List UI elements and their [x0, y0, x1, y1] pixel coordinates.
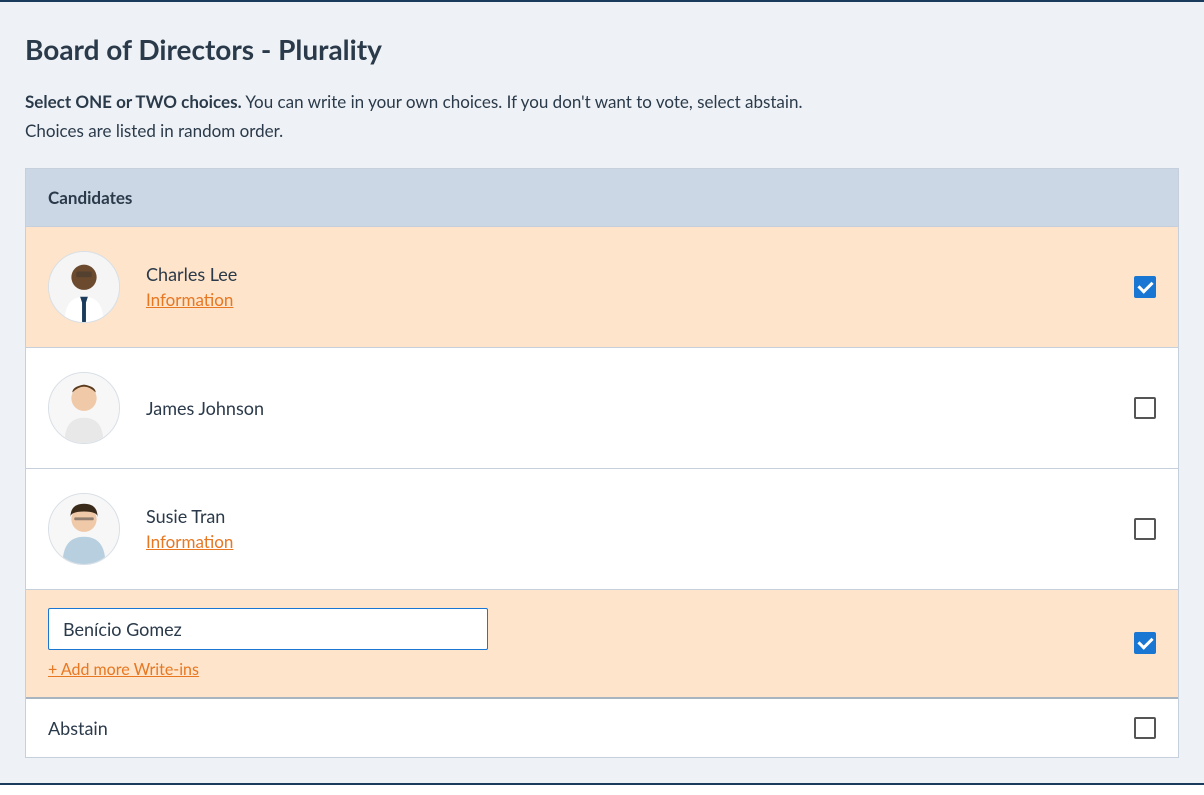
candidate-row[interactable]: James Johnson [26, 348, 1178, 469]
ballot-container: Board of Directors - Plurality Select ON… [0, 0, 1204, 785]
candidates-box: Candidates Charles Lee Information James… [25, 168, 1179, 758]
abstain-row[interactable]: Abstain [26, 699, 1178, 757]
writein-input[interactable] [48, 608, 488, 650]
candidate-checkbox[interactable] [1134, 276, 1156, 298]
instructions-bold: Select ONE or TWO choices. [25, 91, 242, 112]
instructions-line2: Choices are listed in random order. [25, 120, 283, 141]
candidate-info: James Johnson [146, 397, 1134, 419]
candidate-row[interactable]: Susie Tran Information [26, 469, 1178, 590]
avatar [48, 251, 120, 323]
writein-left: + Add more Write-ins [48, 608, 1134, 679]
abstain-label: Abstain [48, 717, 1134, 739]
ballot-title: Board of Directors - Plurality [25, 32, 1179, 66]
candidate-row[interactable]: Charles Lee Information [26, 227, 1178, 348]
writein-row[interactable]: + Add more Write-ins [26, 590, 1178, 699]
abstain-checkbox[interactable] [1134, 717, 1156, 739]
candidate-name: Charles Lee [146, 263, 1134, 285]
candidate-checkbox[interactable] [1134, 518, 1156, 540]
candidate-checkbox[interactable] [1134, 397, 1156, 419]
writein-checkbox[interactable] [1134, 632, 1156, 654]
information-link[interactable]: Information [146, 531, 233, 552]
information-link[interactable]: Information [146, 289, 233, 310]
avatar [48, 493, 120, 565]
candidate-info: Susie Tran Information [146, 505, 1134, 552]
ballot-instructions: Select ONE or TWO choices. You can write… [25, 88, 1179, 146]
candidate-info: Charles Lee Information [146, 263, 1134, 310]
candidate-name: Susie Tran [146, 505, 1134, 527]
avatar [48, 372, 120, 444]
add-more-writeins-link[interactable]: + Add more Write-ins [48, 660, 199, 679]
candidate-name: James Johnson [146, 397, 1134, 419]
instructions-rest: You can write in your own choices. If yo… [242, 91, 803, 112]
candidates-header: Candidates [26, 169, 1178, 227]
